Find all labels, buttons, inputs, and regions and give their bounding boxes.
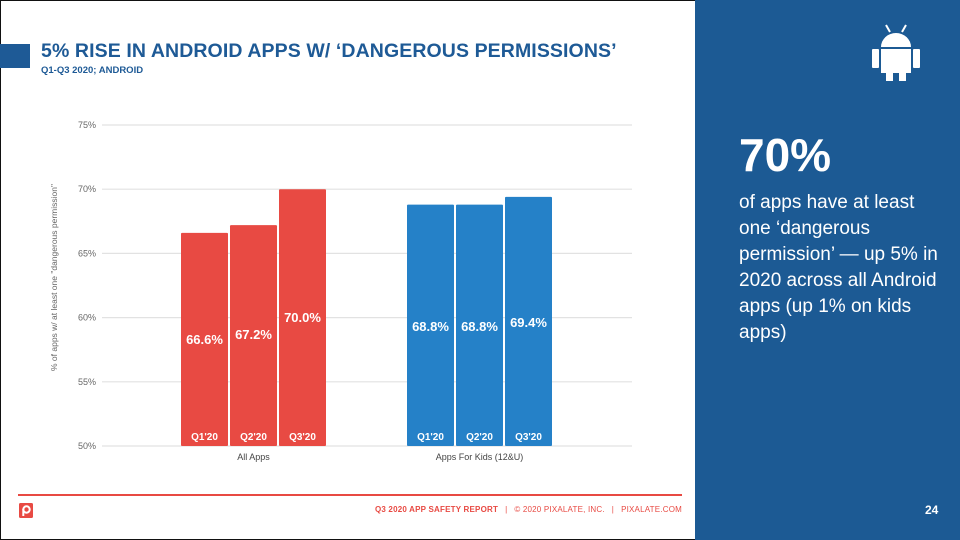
bar-category-label: Q1'20 xyxy=(417,432,444,443)
y-tick-label: 65% xyxy=(78,248,96,258)
group-label: Apps For Kids (12&U) xyxy=(436,452,524,462)
y-tick-label: 70% xyxy=(78,184,96,194)
group-label: All Apps xyxy=(237,452,270,462)
bar-category-label: Q1'20 xyxy=(191,432,218,443)
y-tick-label: 60% xyxy=(78,313,96,323)
bar-category-label: Q3'20 xyxy=(515,432,542,443)
android-icon xyxy=(872,24,920,81)
footer-report-title: Q3 2020 APP SAFETY REPORT xyxy=(374,505,499,514)
footer-separator: | xyxy=(611,505,615,514)
footer-separator: | xyxy=(505,505,508,514)
page-number: 24 xyxy=(925,503,939,517)
bar-category-label: Q3'20 xyxy=(289,432,316,443)
bar-category-label: Q2'20 xyxy=(466,432,493,443)
pixalate-logo-icon xyxy=(19,503,33,518)
footer-divider xyxy=(18,494,682,496)
y-tick-label: 75% xyxy=(78,120,96,130)
headline-stat: 70% xyxy=(739,129,832,181)
bar-value-label: 68.8% xyxy=(461,319,498,334)
y-tick-label: 55% xyxy=(78,377,96,387)
bar-chart: 50% 55% 60% 65% 70% 75% % of apps w/ at least … xyxy=(49,120,632,462)
footer-text: Q3 2020 APP SAFETY REPORT | © 2020 PIXALAT… xyxy=(375,505,682,514)
footer-copyright: © 2020 PIXALATE, INC. xyxy=(514,505,605,514)
y-tick-label: 50% xyxy=(78,441,96,451)
y-axis-label: % of apps w/ at least one "dangerous per… xyxy=(49,184,59,371)
bar-value-label: 68.8% xyxy=(412,319,449,334)
stat-description: of apps have at least one ‘dangerous per… xyxy=(739,192,938,343)
bar-value-label: 70.0% xyxy=(284,310,321,325)
bar-value-label: 69.4% xyxy=(510,315,547,330)
bar-value-label: 66.6% xyxy=(186,332,223,347)
footer-site-link[interactable]: PIXALATE.COM xyxy=(621,505,682,514)
bar-category-label: Q2'20 xyxy=(240,432,267,443)
bar-value-label: 67.2% xyxy=(235,327,272,342)
